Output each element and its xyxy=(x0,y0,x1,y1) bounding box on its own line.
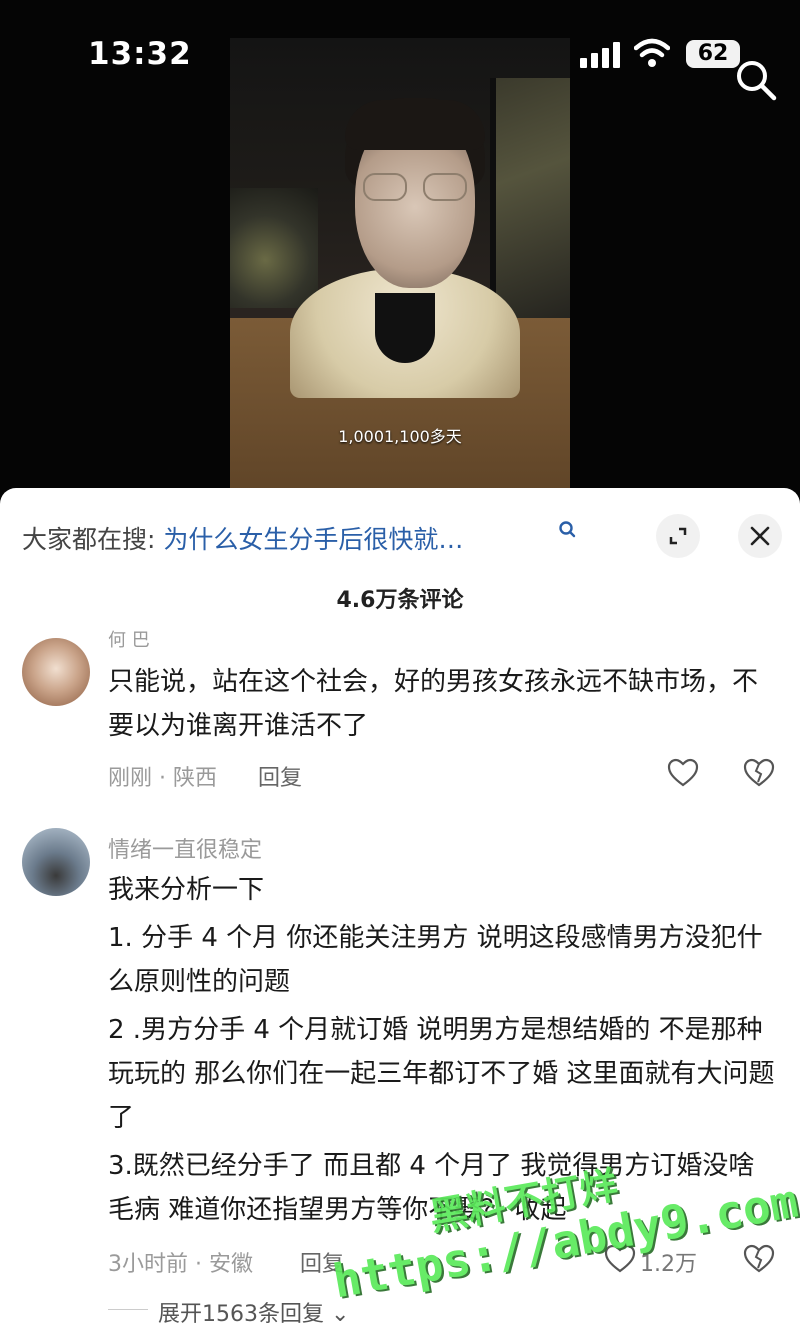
fullscreen-button[interactable] xyxy=(656,514,700,558)
car-window xyxy=(230,188,318,308)
reply-button[interactable]: 回复 xyxy=(258,760,302,792)
inner-shirt xyxy=(375,293,435,363)
heart-icon[interactable] xyxy=(667,758,699,788)
comment-text-line: 1. 分手 4 个月 你还能关注男方 说明这段感情男方没犯什么原则性的问题 xyxy=(108,923,763,997)
expand-replies-label: 展开1563条回复 xyxy=(158,1302,324,1327)
comment-author[interactable]: 何 巴 xyxy=(108,626,150,652)
video-frame[interactable]: 1,0001,100多天 xyxy=(230,38,570,498)
comment-sheet: 大家都在搜: 为什么女生分手后很快就… 4.6万条评论 何 巴 只能说，站在这个… xyxy=(0,488,800,1330)
avatar[interactable] xyxy=(22,638,90,706)
comment-meta: 3小时前 · 安徽 xyxy=(108,1252,253,1277)
search-icon[interactable] xyxy=(734,58,778,102)
expand-replies-button[interactable]: 展开1563条回复 ⌄ xyxy=(158,1296,349,1328)
broken-heart-icon[interactable] xyxy=(743,1244,775,1274)
comment-meta: 刚刚 · 陕西 xyxy=(108,766,217,791)
comment-text: 只能说，站在这个社会，好的男孩女孩永远不缺市场，不要以为谁离开谁活不了 xyxy=(108,667,759,741)
avatar[interactable] xyxy=(22,828,90,896)
comment-text-line: 我来分析一下 xyxy=(108,875,265,905)
video-player[interactable]: 1,0001,100多天 13:32 62 xyxy=(0,0,800,500)
close-button[interactable] xyxy=(738,514,782,558)
hot-search-link[interactable]: 为什么女生分手后很快就… xyxy=(163,525,463,554)
comment-author[interactable]: 情绪一直很稳定 xyxy=(108,832,262,864)
battery-indicator: 62 xyxy=(686,40,740,68)
glasses xyxy=(363,173,467,201)
video-subtitle: 1,0001,100多天 xyxy=(338,427,462,446)
expand-icon xyxy=(669,527,687,545)
divider xyxy=(108,1309,148,1310)
hot-search-bar[interactable]: 大家都在搜: 为什么女生分手后很快就… xyxy=(22,520,463,556)
signal-icon xyxy=(580,42,622,68)
close-icon xyxy=(750,526,770,546)
broken-heart-icon[interactable] xyxy=(743,758,775,788)
hair-fringe xyxy=(345,100,485,150)
status-time: 13:32 xyxy=(88,36,192,72)
comment-text-line: 2 .男方分手 4 个月就订婚 说明男方是想结婚的 不是那种玩玩的 那么你们在一… xyxy=(108,1015,775,1133)
car-side-window xyxy=(490,78,570,318)
wifi-icon xyxy=(634,38,670,67)
search-icon[interactable] xyxy=(558,520,578,540)
hot-search-prefix: 大家都在搜: xyxy=(22,525,156,554)
comment-count: 4.6万条评论 xyxy=(336,588,464,613)
